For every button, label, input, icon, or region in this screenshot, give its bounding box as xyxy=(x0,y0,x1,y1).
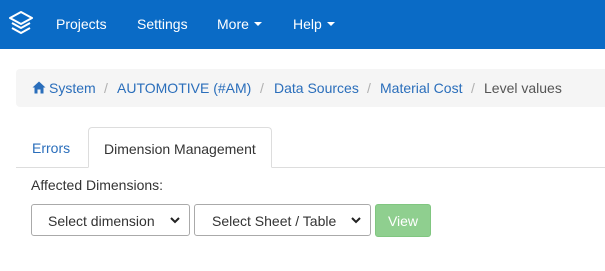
nav-more-label: More xyxy=(217,16,249,32)
affected-dimensions-label: Affected Dimensions: xyxy=(31,177,164,193)
home-icon[interactable] xyxy=(32,81,46,94)
dimension-select[interactable]: Select dimension xyxy=(31,204,190,236)
chevron-down-icon xyxy=(351,217,361,224)
breadcrumb-automotive[interactable]: AUTOMOTIVE (#AM) xyxy=(117,80,251,96)
breadcrumb-separator: / xyxy=(471,80,475,96)
nav-more[interactable]: More xyxy=(217,16,262,32)
caret-down-icon xyxy=(326,22,335,27)
nav-help-label: Help xyxy=(293,16,322,32)
caret-down-icon xyxy=(253,22,262,27)
breadcrumb-separator: / xyxy=(104,80,108,96)
breadcrumb-system[interactable]: System xyxy=(49,80,96,96)
stacked-layers-icon[interactable] xyxy=(9,11,33,37)
breadcrumb-separator: / xyxy=(367,80,371,96)
view-button[interactable]: View xyxy=(375,204,431,237)
top-navbar: Projects Settings More Help xyxy=(0,0,605,49)
breadcrumb-level-values: Level values xyxy=(484,80,562,96)
tab-dimension-management[interactable]: Dimension Management xyxy=(88,127,272,168)
nav-settings[interactable]: Settings xyxy=(137,16,188,32)
breadcrumb-material-cost[interactable]: Material Cost xyxy=(380,80,462,96)
sheet-table-select[interactable]: Select Sheet / Table xyxy=(194,204,371,236)
dimension-select-value: Select dimension xyxy=(48,213,155,229)
nav-projects[interactable]: Projects xyxy=(56,16,107,32)
breadcrumb-separator: / xyxy=(260,80,264,96)
chevron-down-icon xyxy=(170,217,180,224)
tab-errors[interactable]: Errors xyxy=(16,127,88,168)
sheet-table-select-value: Select Sheet / Table xyxy=(212,213,337,229)
breadcrumb: System / AUTOMOTIVE (#AM) / Data Sources… xyxy=(16,69,605,107)
nav-help[interactable]: Help xyxy=(293,16,335,32)
breadcrumb-data-sources[interactable]: Data Sources xyxy=(274,80,359,96)
